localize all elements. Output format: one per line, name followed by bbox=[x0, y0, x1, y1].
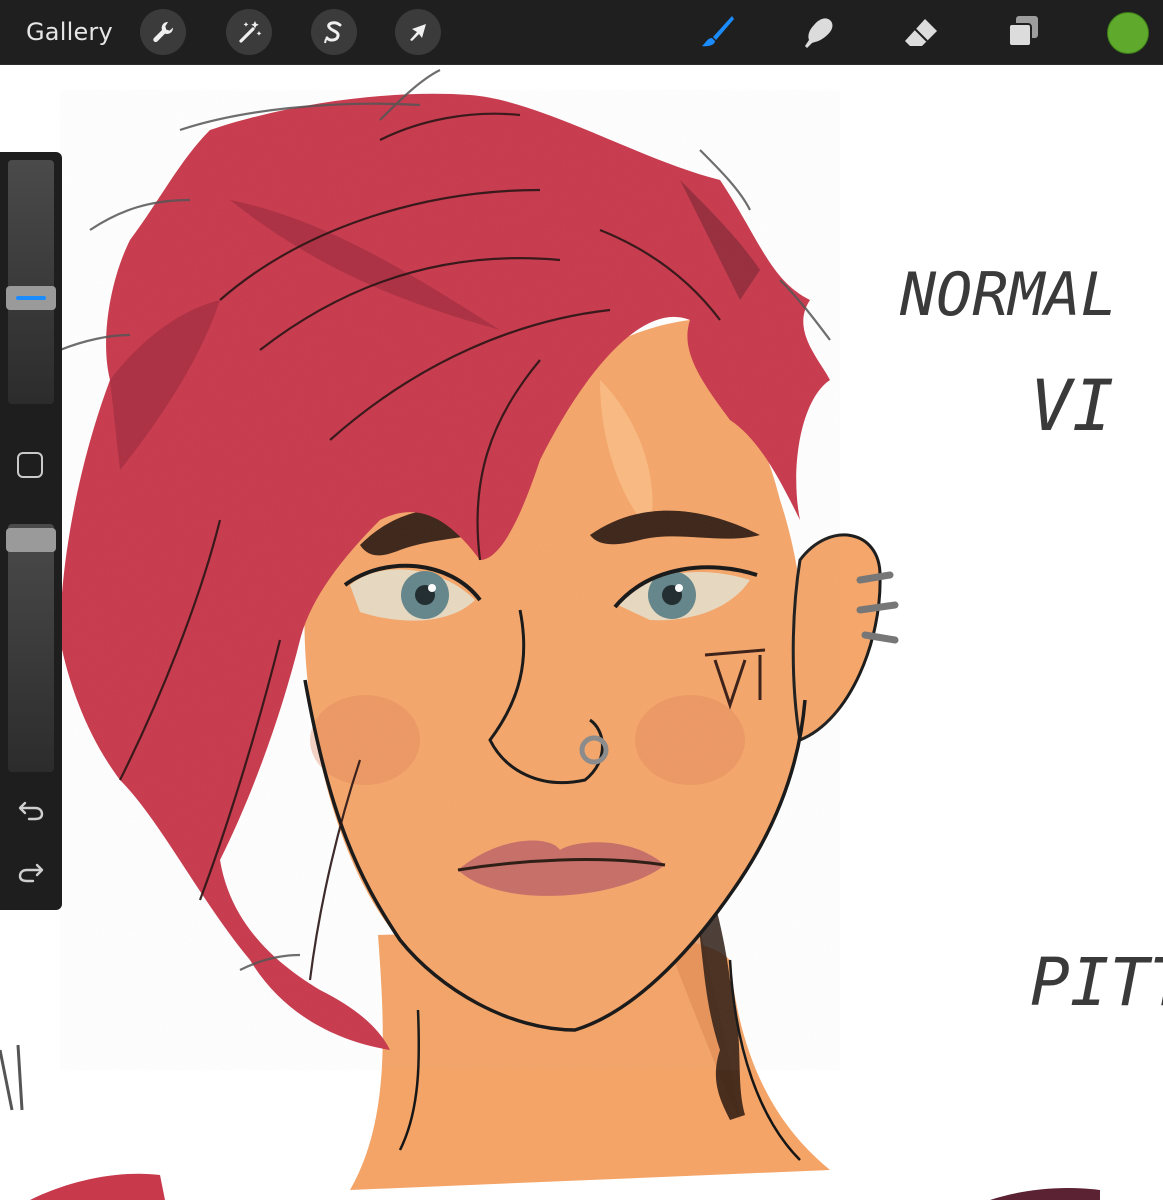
note-pitt: PITT bbox=[1030, 944, 1163, 1021]
note-normal: NORMAL bbox=[899, 260, 1117, 330]
undo-icon[interactable] bbox=[15, 794, 47, 826]
transform-arrow-icon[interactable] bbox=[395, 9, 441, 55]
wrench-icon[interactable] bbox=[140, 9, 186, 55]
smudge-icon[interactable] bbox=[798, 11, 840, 53]
opacity-slider[interactable] bbox=[8, 524, 54, 772]
eraser-icon[interactable] bbox=[900, 11, 942, 53]
modify-button[interactable] bbox=[17, 452, 43, 478]
selection-s-icon[interactable] bbox=[311, 9, 357, 55]
note-vi: VI bbox=[1030, 365, 1114, 447]
gallery-button[interactable]: Gallery bbox=[26, 18, 113, 46]
layers-icon[interactable] bbox=[1003, 11, 1045, 53]
color-picker-swatch[interactable] bbox=[1107, 12, 1149, 54]
opacity-thumb[interactable] bbox=[6, 528, 56, 552]
drawing-canvas[interactable]: NORMAL VI PITT bbox=[0, 65, 1163, 1200]
sidebar bbox=[0, 152, 62, 910]
brush-size-slider[interactable] bbox=[8, 160, 54, 404]
redo-icon[interactable] bbox=[15, 856, 47, 888]
brush-icon[interactable] bbox=[696, 11, 738, 53]
brush-size-thumb[interactable] bbox=[6, 286, 56, 310]
top-toolbar: Gallery bbox=[0, 0, 1163, 65]
magic-wand-icon[interactable] bbox=[226, 9, 272, 55]
artwork-illustration: NORMAL VI PITT bbox=[0, 69, 1163, 1200]
